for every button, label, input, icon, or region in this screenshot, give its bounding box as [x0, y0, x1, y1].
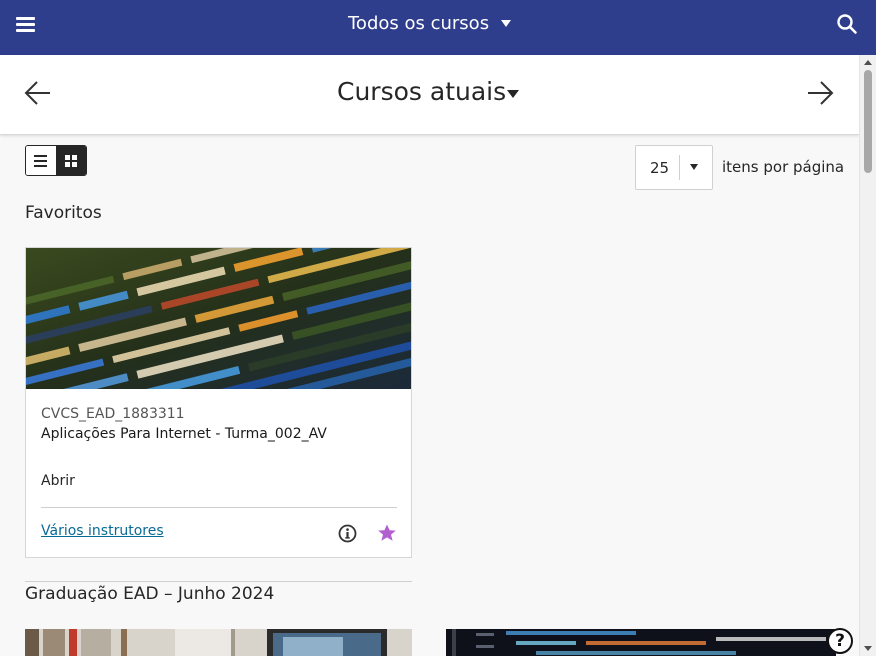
per-page-value: 25 — [650, 159, 670, 177]
search-icon[interactable] — [836, 13, 858, 35]
arrow-right-icon[interactable] — [805, 78, 835, 108]
term-navigation-header: Cursos atuais — [0, 55, 859, 135]
instructors-link[interactable]: Vários instrutores — [41, 523, 164, 539]
scroll-down-icon[interactable] — [864, 646, 872, 651]
course-title[interactable]: Aplicações Para Internet - Turma_002_AV — [41, 426, 327, 442]
info-icon[interactable] — [338, 524, 357, 543]
grid-view-icon[interactable] — [56, 146, 86, 175]
caret-down-icon[interactable] — [501, 20, 511, 27]
office-desk-image[interactable] — [25, 629, 412, 656]
scroll-up-icon[interactable] — [864, 60, 872, 65]
arrow-left-icon[interactable] — [23, 78, 53, 108]
term-title[interactable]: Cursos atuais — [337, 77, 506, 106]
course-card: CVCS_EAD_1883311 Aplicações Para Interne… — [25, 247, 412, 558]
card-divider — [41, 507, 397, 508]
top-navigation-bar: Todos os cursos — [0, 0, 876, 55]
section-divider — [25, 581, 412, 582]
courses-filter-title[interactable]: Todos os cursos — [348, 13, 489, 34]
per-page-label: itens por página — [722, 158, 845, 176]
caret-down-icon — [690, 164, 698, 170]
course-code: CVCS_EAD_1883311 — [41, 406, 185, 422]
code-editor-image[interactable] — [26, 248, 411, 389]
select-separator — [679, 155, 680, 180]
help-icon[interactable]: ? — [827, 628, 853, 654]
code-screen-image[interactable] — [446, 629, 836, 656]
vertical-scrollbar[interactable] — [859, 55, 876, 656]
list-view-icon[interactable] — [26, 146, 56, 175]
section-title-favorites: Favoritos — [25, 203, 102, 223]
items-per-page-select[interactable]: 25 — [635, 145, 713, 190]
caret-down-icon[interactable] — [507, 90, 519, 98]
view-toggle — [25, 145, 87, 176]
scrollbar-thumb[interactable] — [864, 70, 872, 173]
star-icon[interactable] — [377, 523, 397, 543]
section-title-term: Graduação EAD – Junho 2024 — [25, 584, 275, 604]
hamburger-menu-icon[interactable] — [16, 15, 36, 35]
course-status-open[interactable]: Abrir — [41, 473, 75, 489]
